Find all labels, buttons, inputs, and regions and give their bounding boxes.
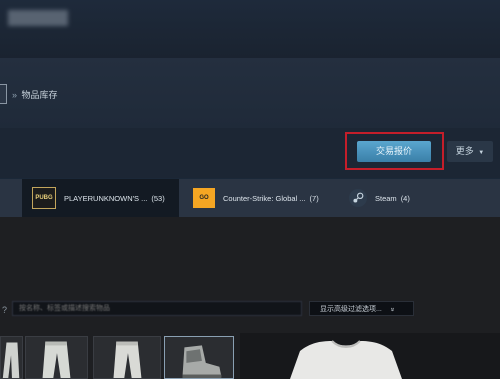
help-icon[interactable]: ?	[2, 305, 7, 315]
tab-count: (53)	[151, 193, 165, 203]
item-preview	[240, 333, 500, 379]
caret-down-icon: ▼	[478, 150, 485, 156]
tab-csgo[interactable]: GO Counter-Strike: Global ... (7)	[183, 179, 335, 217]
more-button[interactable]: 更多 ▼	[447, 141, 493, 162]
tab-label: Steam	[375, 193, 397, 203]
pubg-icon-text: PUBG	[35, 195, 53, 201]
profile-band	[0, 58, 500, 128]
shirt-preview-image	[290, 340, 402, 379]
blurred-username[interactable]	[8, 10, 68, 26]
breadcrumb-current[interactable]: 物品库存	[22, 90, 58, 100]
tab-steam[interactable]: Steam (4)	[339, 179, 439, 217]
pubg-icon: PUBG	[32, 187, 56, 209]
pants-icon	[113, 341, 142, 378]
csgo-icon-text: GO	[199, 195, 209, 201]
pants-icon	[2, 342, 20, 378]
more-label: 更多	[455, 146, 474, 156]
highlight-annotation	[345, 132, 444, 170]
search-input[interactable]	[12, 301, 302, 316]
csgo-icon: GO	[193, 188, 215, 208]
inventory-item[interactable]	[93, 336, 161, 379]
breadcrumb: » 物品库存	[12, 88, 58, 101]
inventory-item[interactable]	[0, 336, 23, 379]
inventory-item[interactable]	[25, 336, 88, 379]
advanced-filter-label: 显示高级过滤选项...	[320, 306, 382, 313]
steam-icon	[349, 189, 367, 207]
tab-count: (7)	[309, 193, 319, 203]
tab-label: Counter-Strike: Global ...	[223, 193, 306, 203]
site-header	[0, 0, 500, 58]
tab-count: (4)	[400, 193, 410, 203]
inventory-item[interactable]	[164, 336, 234, 379]
tab-label: PLAYERUNKNOWN'S ...	[64, 193, 148, 203]
advanced-filter-button[interactable]: 显示高级过滤选项... »	[309, 301, 414, 316]
avatar[interactable]	[0, 84, 7, 104]
breadcrumb-separator: »	[12, 90, 18, 100]
chevron-down-icon: »	[388, 307, 396, 312]
tab-pubg[interactable]: PUBG PLAYERUNKNOWN'S ... (53)	[22, 179, 179, 217]
pants-icon	[42, 341, 71, 378]
boots-icon	[182, 345, 222, 378]
